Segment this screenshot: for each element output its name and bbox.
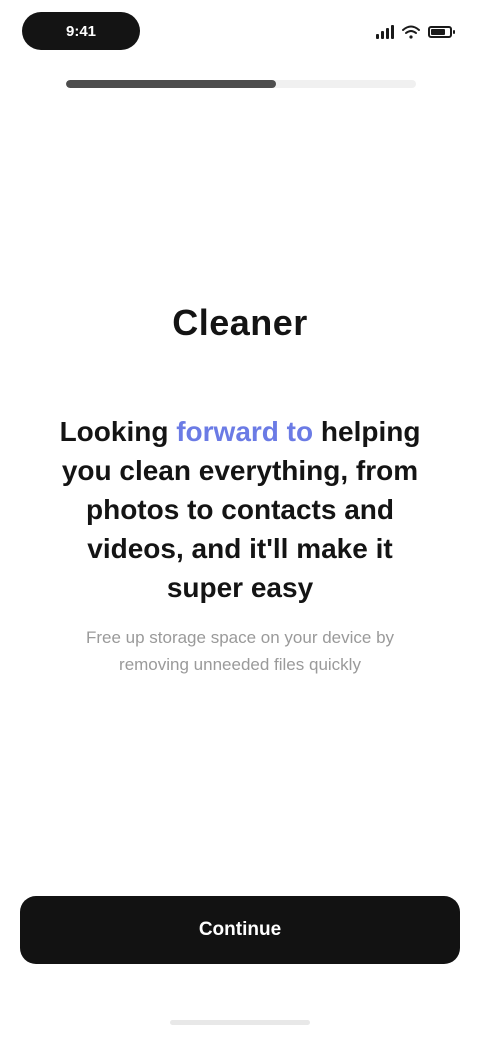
onboarding-subtext: Free up storage space on your device by …	[85, 628, 395, 674]
headline-accent-text: forward to	[176, 416, 314, 447]
onboarding-progress-bar	[66, 80, 416, 88]
status-icons	[376, 20, 455, 44]
progress-fill	[66, 80, 276, 88]
continue-button[interactable]: Continue	[20, 896, 460, 964]
status-time: 9:41	[22, 12, 140, 50]
headline-text-start: Looking	[59, 416, 177, 447]
onboarding-headline: Looking forward to helping you clean eve…	[50, 412, 430, 607]
status-bar: 9:41	[0, 0, 480, 64]
battery-icon	[428, 26, 455, 38]
wifi-icon	[402, 25, 420, 39]
app-brand-title: Cleaner	[172, 302, 308, 343]
home-indicator[interactable]	[170, 1020, 310, 1025]
cellular-signal-icon	[376, 25, 394, 39]
